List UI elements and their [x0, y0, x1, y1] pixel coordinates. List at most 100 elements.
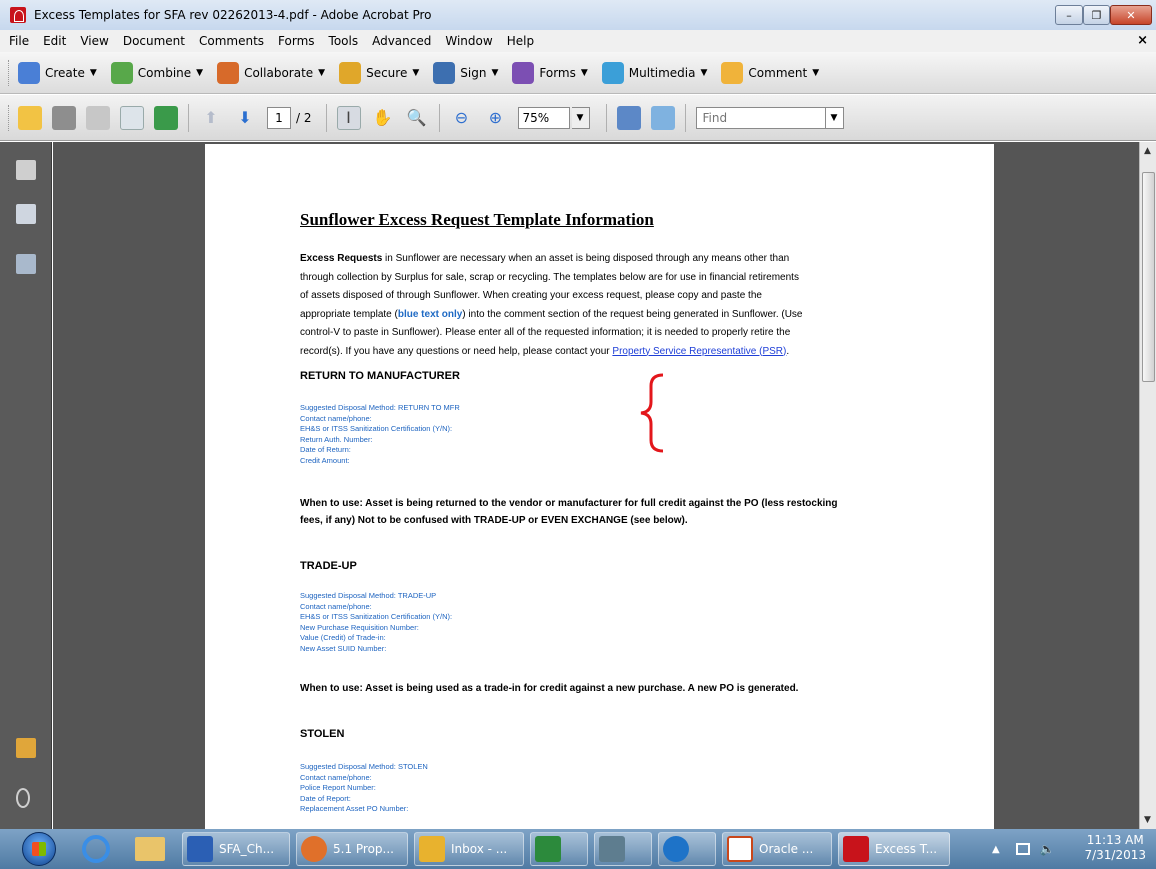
internet-explorer-icon[interactable]	[74, 832, 118, 866]
signatures-icon[interactable]	[16, 254, 36, 274]
template-line: Contact name/phone:	[300, 601, 372, 611]
menu-advanced[interactable]: Advanced	[365, 34, 438, 48]
maximize-button[interactable]: ❐	[1083, 5, 1110, 25]
start-button[interactable]	[22, 832, 56, 866]
intro-text: .	[786, 345, 790, 357]
psr-link[interactable]: Property Service Representative (PSR)	[612, 346, 786, 357]
menu-edit[interactable]: Edit	[36, 34, 73, 48]
intro-line: appropriate template (blue text only) in…	[300, 306, 920, 325]
dropdown-arrow-icon: ▼	[318, 67, 326, 78]
comment-button[interactable]: Comment ▼	[721, 61, 819, 84]
section-heading-return: RETURN TO MANUFACTURER	[300, 370, 460, 382]
word-icon	[187, 836, 213, 862]
forms-button[interactable]: Forms ▼	[512, 61, 588, 84]
toolbar-grip[interactable]	[8, 59, 12, 86]
pdf-page[interactable]: Sunflower Excess Request Template Inform…	[205, 144, 994, 834]
intro-line: Excess Requests in Sunflower are necessa…	[300, 250, 920, 269]
combine-button[interactable]: Combine ▼	[110, 61, 204, 84]
clock[interactable]: 11:13 AM 7/31/2013	[1084, 833, 1146, 863]
email-icon[interactable]	[120, 105, 144, 130]
taskbar-item-firefox[interactable]: 5.1 Prop...	[296, 832, 408, 866]
zoom-in-icon[interactable]: ⊕	[484, 106, 508, 130]
zoom-out-icon[interactable]: ⊖	[450, 106, 474, 130]
page-total: / 2	[296, 110, 312, 125]
taskbar-item-word[interactable]: SFA_Ch...	[182, 832, 290, 866]
acrobat-app-icon	[10, 7, 26, 23]
next-page-icon[interactable]: ⬇	[233, 106, 257, 130]
toolbar-separator	[684, 103, 686, 132]
taskbar-item-oracle[interactable]: Oracle ...	[722, 832, 832, 866]
menu-view[interactable]: View	[73, 34, 115, 48]
zoom-level-input[interactable]: 75%	[517, 106, 570, 129]
file-explorer-icon[interactable]	[128, 832, 172, 866]
save-icon[interactable]	[86, 105, 110, 130]
section-heading-stolen: STOLEN	[300, 728, 345, 740]
fit-width-icon[interactable]	[616, 105, 641, 130]
template-line: Value (Credit) of Trade-in:	[300, 633, 386, 643]
minimize-button[interactable]: –	[1055, 5, 1083, 25]
document-viewer[interactable]: Sunflower Excess Request Template Inform…	[53, 142, 1139, 834]
intro-line: through collection by Surplus for sale, …	[300, 271, 799, 283]
volume-icon[interactable]: 🔈	[1040, 842, 1055, 856]
close-button[interactable]: ✕	[1110, 5, 1152, 25]
document-title: Sunflower Excess Request Template Inform…	[300, 210, 654, 229]
menu-forms[interactable]: Forms	[271, 34, 321, 48]
dropdown-arrow-icon: ▼	[412, 67, 420, 78]
select-tool-icon[interactable]: I	[336, 105, 361, 130]
find-input[interactable]	[695, 106, 826, 129]
sign-button[interactable]: Sign ▼	[433, 61, 498, 84]
multimedia-icon	[601, 61, 624, 84]
scroll-thumb[interactable]	[1142, 172, 1155, 382]
zoom-dropdown-icon[interactable]: ▼	[571, 106, 590, 129]
network-icon[interactable]	[1015, 843, 1030, 855]
create-button[interactable]: Create ▼	[18, 61, 97, 84]
intro-bold-term: Excess Requests	[300, 253, 383, 264]
collaborate-button[interactable]: Collaborate ▼	[217, 61, 326, 84]
collaborate-label: Collaborate	[244, 65, 314, 80]
secure-button[interactable]: Secure ▼	[339, 61, 420, 84]
document-close-button[interactable]: ×	[1137, 33, 1148, 48]
page-number-input[interactable]: 1	[267, 106, 291, 129]
taskbar-item-acrobat[interactable]: Excess T...	[838, 832, 950, 866]
page-thumbnails-icon[interactable]	[16, 160, 36, 180]
comment-icon	[721, 61, 744, 84]
attachments-icon[interactable]	[16, 788, 30, 808]
menu-tools[interactable]: Tools	[322, 34, 366, 48]
multimedia-button[interactable]: Multimedia ▼	[601, 61, 707, 84]
red-brace-annotation	[640, 373, 664, 453]
vertical-scrollbar[interactable]: ▲ ▼	[1139, 142, 1156, 829]
title-bar: Excess Templates for SFA rev 02262013-4.…	[0, 0, 1156, 30]
previous-page-icon[interactable]: ⬆	[199, 106, 223, 130]
sign-label: Sign	[460, 65, 487, 80]
scroll-up-icon[interactable]: ▲	[1144, 146, 1151, 156]
bookmarks-icon[interactable]	[16, 204, 36, 224]
dropdown-arrow-icon: ▼	[196, 67, 204, 78]
toolbar-separator	[188, 103, 189, 132]
menu-window[interactable]: Window	[438, 34, 499, 48]
find-dropdown-icon[interactable]: ▼	[825, 106, 844, 129]
print-icon[interactable]	[52, 105, 76, 130]
menu-file[interactable]: File	[0, 34, 36, 48]
fit-page-icon[interactable]	[650, 105, 675, 130]
taskbar-item-app[interactable]	[594, 832, 652, 866]
intro-text: appropriate template (	[300, 308, 398, 320]
taskbar-item-web[interactable]	[658, 832, 716, 866]
comments-list-icon[interactable]	[16, 738, 36, 758]
menu-document[interactable]: Document	[116, 34, 192, 48]
template-line: Suggested Disposal Method: TRADE-UP	[300, 591, 437, 600]
marquee-zoom-icon[interactable]: 🔍	[405, 106, 429, 130]
create-icon	[18, 61, 40, 84]
menu-comments[interactable]: Comments	[192, 34, 271, 48]
scroll-down-icon[interactable]: ▼	[1144, 815, 1151, 825]
hand-tool-icon[interactable]: ✋	[371, 106, 395, 130]
share-icon[interactable]	[154, 105, 178, 130]
intro-text: in Sunflower are necessary when an asset…	[382, 253, 790, 264]
taskbar-item-outlook[interactable]: Inbox - ...	[414, 832, 524, 866]
toolbar-separator	[605, 103, 607, 132]
open-folder-icon[interactable]	[18, 105, 42, 130]
blue-text-note: blue text only	[397, 308, 463, 320]
taskbar-item-excel[interactable]	[530, 832, 588, 866]
menu-help[interactable]: Help	[500, 34, 541, 48]
toolbar-grip[interactable]	[8, 104, 12, 131]
show-hidden-icons-icon[interactable]: ▲	[992, 844, 1000, 855]
